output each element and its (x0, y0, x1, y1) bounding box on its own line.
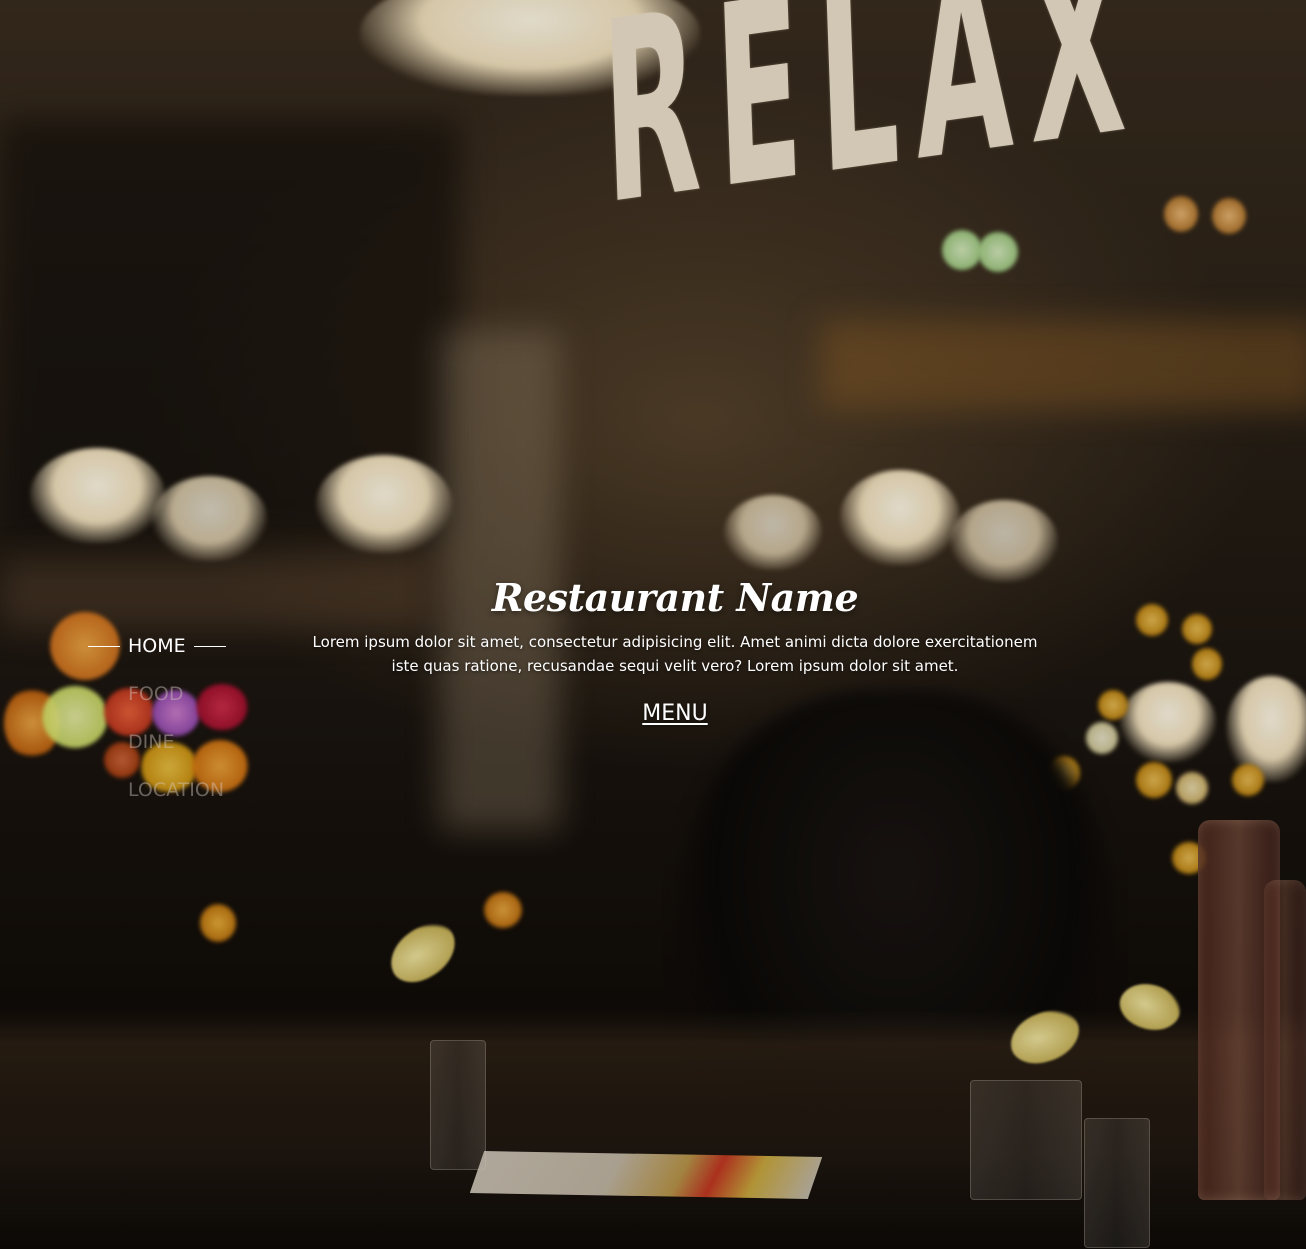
bokeh-light (484, 892, 522, 928)
nav-item-dine[interactable]: DINE (88, 718, 288, 766)
nav-item-home[interactable]: HOME (88, 622, 288, 670)
vase (1084, 1118, 1150, 1248)
bokeh-light (1086, 722, 1118, 754)
nav-active-line-left (88, 645, 120, 647)
bokeh-light (1048, 756, 1080, 790)
bokeh-light (1164, 196, 1198, 232)
bokeh-light (1136, 604, 1168, 636)
lily-flower (1006, 1006, 1084, 1068)
lily-flower (1112, 972, 1188, 1042)
nav-item-label: FOOD (128, 683, 184, 705)
menu-card-on-table (469, 1151, 823, 1199)
restaurant-name-title: Restaurant Name (491, 575, 859, 620)
bokeh-light (1176, 772, 1208, 804)
bokeh-light (1182, 614, 1212, 644)
dark-window-shape (0, 120, 460, 540)
counter-surface (0, 1010, 1306, 1249)
bottle (1198, 820, 1280, 1200)
pendant-lamp (152, 476, 267, 561)
bokeh-light (1136, 762, 1172, 798)
pendant-lamp (724, 495, 822, 570)
hero-section: Restaurant Name Lorem ipsum dolor sit am… (300, 568, 1050, 728)
vase (430, 1040, 486, 1170)
nav-item-food[interactable]: FOOD (88, 670, 288, 718)
bokeh-light (942, 230, 982, 270)
side-nav: HOME FOOD DINE LOCATION (88, 622, 288, 814)
pendant-lamp (1226, 676, 1306, 782)
bokeh-light (1192, 648, 1222, 680)
bokeh-light (978, 232, 1018, 272)
blurred-person (680, 690, 1110, 1150)
pendant-lamp (840, 470, 960, 565)
bokeh-light (4, 688, 60, 758)
drinking-glass (970, 1080, 1082, 1200)
bar-shelf-shape (820, 320, 1306, 410)
ceiling-lamp (360, 0, 700, 95)
bokeh-light (1212, 198, 1246, 234)
nav-item-label: DINE (128, 731, 175, 753)
nav-active-line-right (193, 645, 226, 647)
bottle (1264, 880, 1306, 1200)
pendant-lamp (1120, 682, 1216, 762)
hero-description: Lorem ipsum dolor sit amet, consectetur … (312, 633, 1038, 675)
nav-item-label: HOME (128, 635, 186, 657)
pendant-lamp (30, 448, 165, 543)
menu-link[interactable]: MENU (642, 700, 707, 728)
lily-flower (380, 915, 466, 991)
bokeh-light (200, 904, 236, 942)
bokeh-light (1098, 690, 1128, 720)
pendant-lamp (316, 455, 452, 553)
nav-item-location[interactable]: LOCATION (88, 766, 288, 814)
bokeh-light (1172, 842, 1206, 874)
nav-item-label: LOCATION (128, 779, 225, 801)
page-root: RELAX HOME FOOD DINE LOCATION Restaurant… (0, 0, 1306, 1249)
bokeh-light (1232, 764, 1264, 796)
relax-sign: RELAX (598, 0, 1147, 261)
